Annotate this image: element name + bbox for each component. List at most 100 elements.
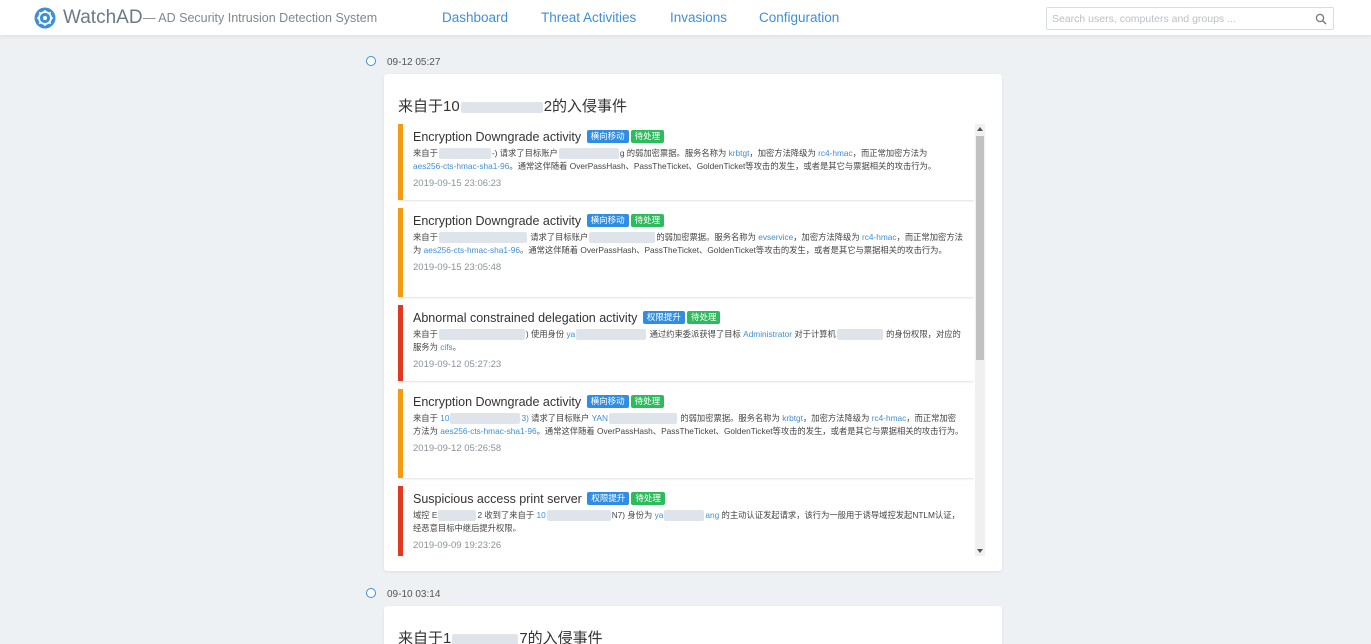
desc-text: 。	[452, 342, 461, 352]
desc-text: 的弱加密票据。服务名称为	[680, 413, 780, 423]
desc-link[interactable]: aes256-cts-hmac-sha1-96	[413, 161, 509, 171]
event-time: 2019-09-09 19:23:26	[413, 540, 502, 551]
desc-link[interactable]: aes256-cts-hmac-sha1-96	[424, 245, 520, 255]
desc-text: 。通常这伴随着 OverPassHash、PassTheTicket、Golde…	[520, 245, 947, 255]
desc-link[interactable]: 10	[536, 510, 545, 520]
invasion-card: 来自于10 2的入侵事件 Encryption Downgrade activit…	[384, 74, 1002, 571]
invasion-card: 来自于1 7的入侵事件	[384, 606, 1002, 644]
tag-privilege-escalation[interactable]: 权限提升	[587, 492, 630, 505]
desc-link[interactable]: krbtgt	[782, 413, 803, 423]
event-item[interactable]: Suspicious access print server 权限提升 待处理 域…	[398, 486, 974, 556]
invasion-title-prefix: 来自于10	[398, 98, 460, 115]
desc-text: 通过约束委派获得了目标	[649, 329, 741, 339]
desc-text: 。通常这伴随着 OverPassHash、PassTheTicket、Golde…	[536, 426, 964, 436]
event-title-row: Abnormal constrained delegation activity…	[413, 310, 964, 326]
desc-text: 对于计算机	[794, 329, 836, 339]
event-title-row: Encryption Downgrade activity 横向移动 待处理	[413, 129, 964, 145]
desc-link[interactable]: ya	[655, 510, 664, 520]
event-title: Encryption Downgrade activity	[413, 214, 582, 228]
event-list-scrollbar[interactable]	[975, 124, 985, 556]
event-title: Encryption Downgrade activity	[413, 395, 582, 409]
tag-pending[interactable]: 待处理	[630, 130, 665, 143]
desc-text: 的弱加密票据。服务名称为	[656, 232, 756, 242]
desc-link[interactable]: YAN	[592, 413, 608, 423]
invasion-title[interactable]: 来自于10 2的入侵事件	[398, 95, 627, 116]
tag-pending[interactable]: 待处理	[630, 395, 665, 408]
redacted-mask	[609, 413, 678, 425]
tag-lateral-movement[interactable]: 横向移动	[586, 395, 629, 408]
desc-text: 来自于	[413, 413, 438, 423]
nav-dashboard[interactable]: Dashboard	[442, 10, 508, 25]
event-item[interactable]: Abnormal constrained delegation activity…	[398, 305, 974, 381]
desc-link[interactable]: 3)	[521, 413, 528, 423]
event-description: 来自于 请求了目标账户 的弱加密票据。服务名称为 evservice，加密方法降级…	[413, 231, 964, 257]
timeline-dot	[366, 56, 376, 66]
redacted-mask	[438, 148, 491, 160]
event-item[interactable]: Encryption Downgrade activity 横向移动 待处理 来自…	[398, 389, 974, 478]
redacted-mask	[438, 232, 527, 244]
desc-link[interactable]: Administrator	[743, 329, 792, 339]
scroll-thumb[interactable]	[976, 136, 984, 360]
nav-threat-activities[interactable]: Threat Activities	[541, 10, 636, 25]
desc-link[interactable]: cifs	[440, 342, 452, 352]
tag-pending[interactable]: 待处理	[631, 492, 665, 505]
event-description: 来自于 -) 请求了目标账户 g 的弱加密票据。服务名称为 krbtgt，加密方法降…	[413, 147, 964, 173]
timeline-dot	[366, 588, 376, 598]
search-icon[interactable]	[1315, 13, 1327, 25]
invasion-title-suffix: 2的入侵事件	[543, 98, 628, 115]
desc-text: 域控 E	[413, 510, 438, 520]
brand-subtitle: — AD Security Intrusion Detection System	[143, 11, 378, 25]
invasion-title[interactable]: 来自于1 7的入侵事件	[398, 627, 603, 644]
brand-name[interactable]: WatchAD	[63, 7, 143, 29]
desc-text: 来自于	[413, 329, 438, 339]
nav-invasions[interactable]: Invasions	[670, 10, 727, 25]
redacted-mask	[450, 413, 521, 425]
scroll-down-arrow-icon[interactable]	[977, 549, 983, 553]
redacted-mask	[546, 510, 611, 522]
desc-link[interactable]: rc4-hmac	[862, 232, 897, 242]
redacted-mask	[576, 329, 647, 341]
desc-link[interactable]: krbtgt	[729, 148, 750, 158]
desc-text: 身份为	[627, 510, 653, 520]
event-item[interactable]: Encryption Downgrade activity 横向移动 待处理 来自…	[398, 124, 974, 200]
event-time: 2019-09-15 23:06:23	[413, 178, 502, 189]
watchad-logo-icon[interactable]	[34, 7, 56, 29]
desc-text: 2 收到了来自于	[477, 510, 535, 520]
scroll-up-arrow-icon[interactable]	[977, 127, 983, 131]
event-title-row: Encryption Downgrade activity 横向移动 待处理	[413, 394, 964, 410]
redacted-mask	[664, 510, 705, 522]
event-time: 2019-09-15 23:05:48	[413, 262, 502, 273]
desc-text: 请求了目标账户	[531, 413, 590, 423]
tag-pending[interactable]: 待处理	[630, 214, 665, 227]
desc-text: g 的弱加密票据。服务名称为	[619, 148, 727, 158]
redacted-mask	[438, 510, 477, 522]
desc-link[interactable]: rc4-hmac	[872, 413, 907, 423]
desc-text: ) 使用身份	[525, 329, 565, 339]
search-input[interactable]	[1047, 8, 1307, 29]
search-box	[1046, 7, 1334, 30]
event-description: 来自于 ) 使用身份 ya 通过约束委派获得了目标 Administrator 对…	[413, 328, 964, 354]
desc-link[interactable]: ang	[705, 510, 719, 520]
tag-privilege-escalation[interactable]: 权限提升	[642, 311, 685, 324]
tag-lateral-movement[interactable]: 横向移动	[586, 214, 629, 227]
event-list[interactable]: Encryption Downgrade activity 横向移动 待处理 来自…	[398, 124, 974, 556]
desc-link[interactable]: aes256-cts-hmac-sha1-96	[440, 426, 536, 436]
nav-configuration[interactable]: Configuration	[759, 10, 839, 25]
event-description: 域控 E2 收到了来自于 10 N7) 身份为 ya ang 的主动认证发起请求，该…	[413, 509, 964, 535]
tag-lateral-movement[interactable]: 横向移动	[586, 130, 629, 143]
tag-pending[interactable]: 待处理	[686, 311, 721, 324]
desc-link[interactable]: 10	[440, 413, 449, 423]
event-title-row: Suspicious access print server 权限提升 待处理	[413, 491, 964, 507]
desc-text: 。通常这伴随着 OverPassHash、PassTheTicket、Golde…	[509, 161, 937, 171]
desc-link[interactable]: evservice	[758, 232, 793, 242]
event-description: 来自于 10 3) 请求了目标账户 YAN 的弱加密票据。服务名称为 krbtgt…	[413, 412, 964, 438]
desc-link[interactable]: rc4-hmac	[818, 148, 853, 158]
redacted-mask	[558, 148, 619, 160]
timeline-date: 09-12 05:27	[387, 57, 441, 68]
desc-link[interactable]: ya	[566, 329, 575, 339]
redacted-mask	[438, 329, 525, 341]
redacted-mask	[589, 232, 656, 244]
event-title: Abnormal constrained delegation activity	[413, 311, 638, 325]
event-item[interactable]: Encryption Downgrade activity 横向移动 待处理 来自…	[398, 208, 974, 297]
invasion-title-suffix: 7的入侵事件	[519, 630, 603, 644]
